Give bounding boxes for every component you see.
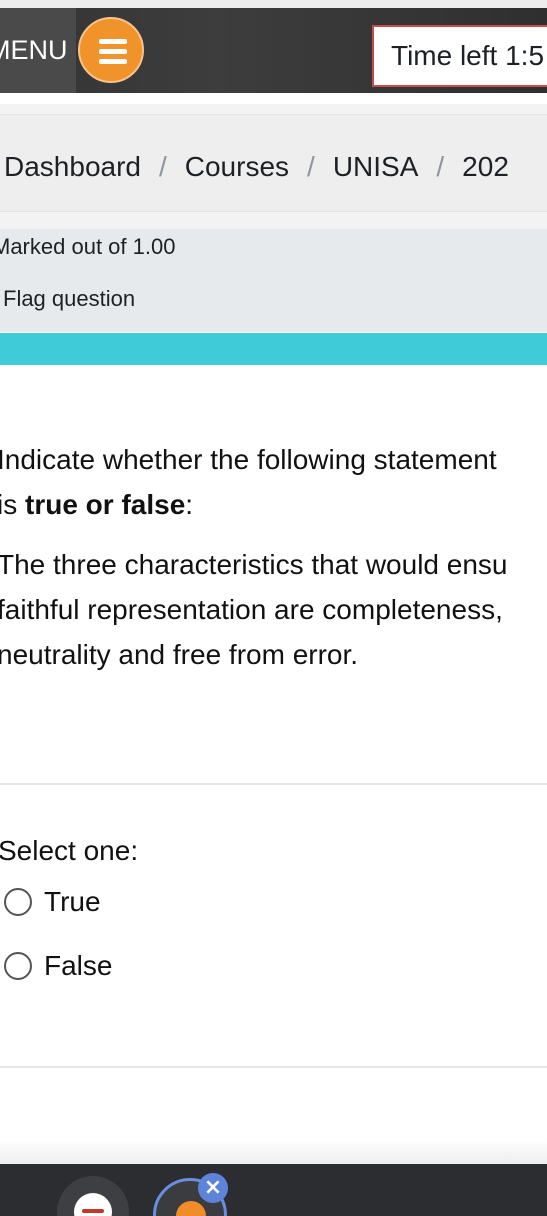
question-accent-bar	[0, 333, 547, 365]
flag-question-link[interactable]: Flag question	[3, 286, 135, 312]
top-navbar: MENU Time left 1:5	[0, 8, 547, 93]
breadcrumb-dashboard[interactable]: Dashboard	[4, 151, 141, 183]
breadcrumb-separator: /	[307, 151, 315, 182]
divider	[0, 1066, 547, 1068]
page-bottom-fade	[0, 1140, 547, 1164]
bottom-bar	[0, 1164, 547, 1216]
option-false-label[interactable]: False	[44, 950, 112, 982]
status-strip	[0, 0, 547, 8]
question-line2-suffix: :	[185, 489, 194, 520]
breadcrumb-year[interactable]: 202	[462, 151, 509, 183]
divider	[0, 783, 547, 785]
radio-true[interactable]	[4, 888, 32, 916]
statement-line-3: neutrality and free from error.	[0, 639, 359, 670]
chat-head-icon[interactable]	[57, 1176, 129, 1216]
question-line-1: Indicate whether the following statement	[0, 437, 547, 482]
quiz-timer: Time left 1:5	[372, 25, 547, 87]
marked-out-of: Marked out of 1.00	[0, 234, 176, 259]
breadcrumb: Dashboard / Courses / UNISA / 202	[0, 104, 547, 229]
hamburger-icon[interactable]	[78, 17, 144, 83]
option-false[interactable]: False	[4, 946, 112, 986]
question-emphasis: true or false	[25, 489, 186, 520]
select-one-label: Select one:	[0, 835, 139, 866]
question-line-2: is true or false:	[0, 482, 547, 527]
menu-label[interactable]: MENU	[0, 8, 76, 93]
spacer	[0, 93, 547, 104]
question-line1: Indicate whether the following statement	[0, 444, 497, 475]
breadcrumb-courses[interactable]: Courses	[185, 151, 289, 183]
question-line2-prefix: is	[0, 489, 18, 520]
breadcrumb-unisa[interactable]: UNISA	[333, 151, 419, 183]
breadcrumb-separator: /	[158, 151, 167, 182]
breadcrumb-separator: /	[436, 151, 445, 182]
question-info-panel: Marked out of 1.00 Flag question	[0, 229, 547, 332]
close-icon[interactable]: ×	[198, 1173, 228, 1203]
statement-line-1: The three characteristics that would ens…	[0, 549, 508, 580]
statement-line-2: faithful representation are completeness…	[0, 594, 503, 625]
option-true[interactable]: True	[4, 882, 101, 922]
question-text: Indicate whether the following statement…	[0, 437, 547, 677]
option-true-label[interactable]: True	[44, 886, 101, 918]
radio-false[interactable]	[4, 952, 32, 980]
